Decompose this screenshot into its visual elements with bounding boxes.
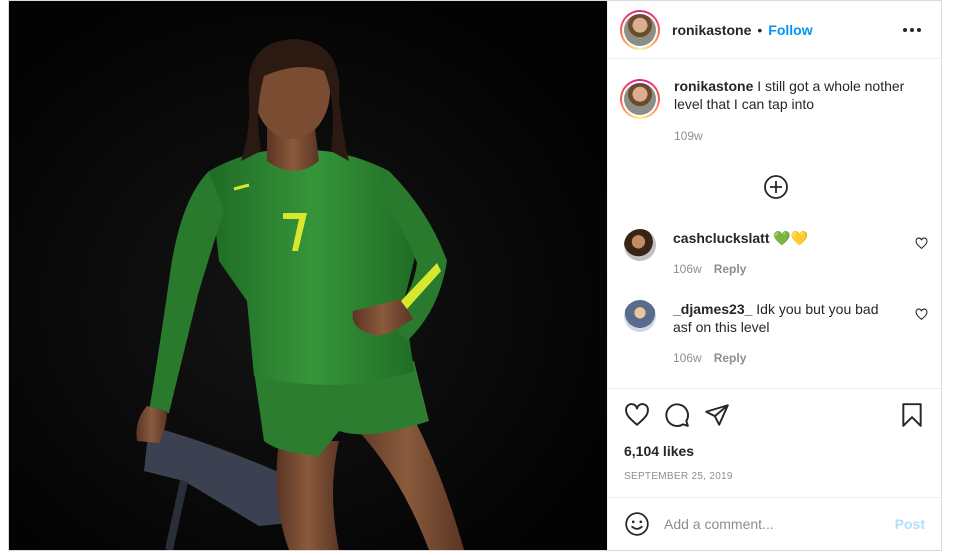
post-header: ronikastone • Follow [608,1,941,59]
like-heart-icon[interactable] [624,402,650,428]
add-comment-bar: Post [608,497,941,550]
more-options-icon[interactable] [903,21,921,39]
add-comment-input[interactable] [664,514,895,534]
share-paper-plane-icon[interactable] [704,402,730,428]
save-bookmark-icon[interactable] [899,402,925,428]
comments-section: ronikastone I still got a whole nother l… [608,60,941,388]
comment-item: cashcluckslatt 💚💛 106w Reply [624,229,928,278]
reply-button[interactable]: Reply [714,349,747,367]
comment-age[interactable]: 106w [673,260,702,278]
emoji-icon[interactable] [624,511,650,537]
post-sidebar: ronikastone • Follow ronikastone I still… [607,1,941,550]
author-username[interactable]: ronikastone [672,22,751,38]
caption: ronikastone I still got a whole nother l… [620,77,925,145]
post-container: ronikastone • Follow ronikastone I still… [8,0,942,551]
comment-item: _djames23_ Idk you but you bad asf on th… [624,300,928,367]
post-date[interactable]: September 25, 2019 [624,471,925,482]
caption-avatar[interactable] [620,79,660,119]
comment-username[interactable]: _djames23_ [673,301,752,317]
reply-button[interactable]: Reply [714,260,747,278]
likes-count[interactable]: 6,104 likes [624,443,925,459]
load-more-comments-icon[interactable] [763,174,789,200]
like-comment-heart-icon[interactable] [915,237,928,250]
caption-age[interactable]: 109w [674,127,924,145]
caption-username[interactable]: ronikastone [674,78,753,94]
comment-bubble-icon[interactable] [664,402,690,428]
comment-username[interactable]: cashcluckslatt [673,230,770,246]
author-avatar[interactable] [620,9,660,50]
like-comment-heart-icon[interactable] [915,308,928,321]
commenter-avatar[interactable] [624,229,656,261]
commenter-avatar[interactable] [624,300,656,332]
post-photo[interactable] [9,1,607,550]
comment-text: 💚💛 [773,230,809,246]
volleyball-player-photo [9,1,607,550]
post-actions: 6,104 likes September 25, 2019 [608,388,941,482]
comment-age[interactable]: 106w [673,349,702,367]
follow-button[interactable]: Follow [768,22,812,38]
header-separator: • [757,21,763,38]
post-comment-button[interactable]: Post [895,516,925,532]
